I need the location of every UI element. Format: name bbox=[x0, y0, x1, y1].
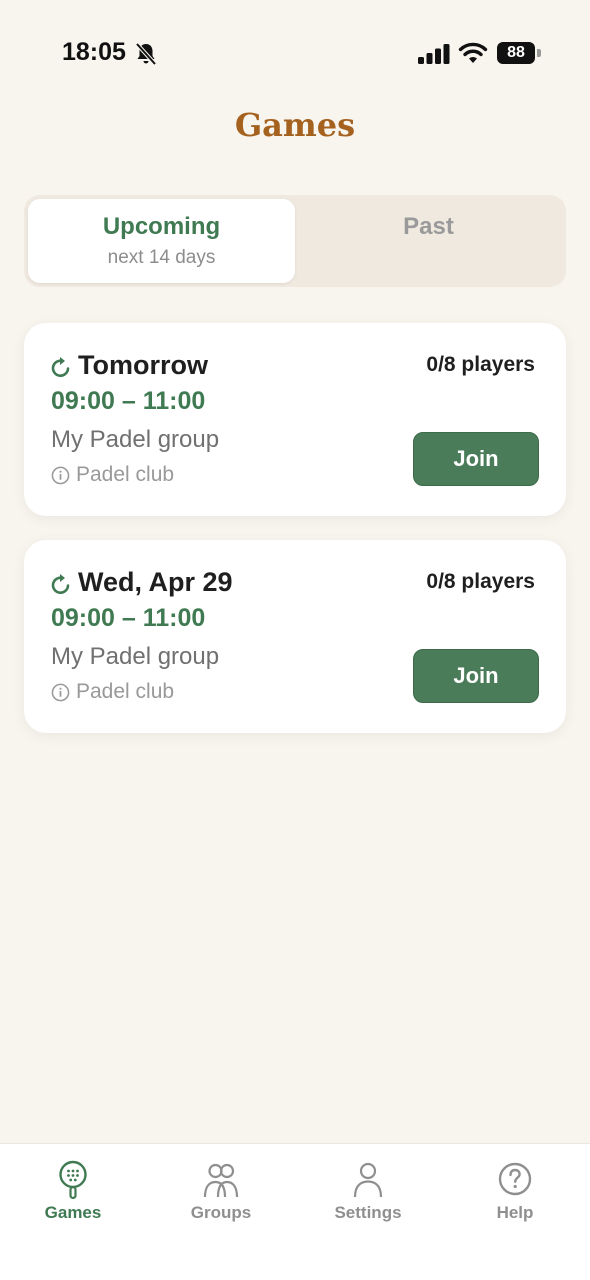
tab-help[interactable]: Help bbox=[450, 1144, 580, 1244]
repeat-icon bbox=[51, 357, 70, 378]
game-club: Padel club bbox=[76, 680, 175, 703]
padel-racket-icon bbox=[59, 1160, 87, 1200]
join-button[interactable]: Join bbox=[413, 649, 539, 703]
games-screen: 18:05 88 Games Upcoming next 14 days Pas… bbox=[0, 0, 590, 1280]
game-players-count: 0/8 players bbox=[426, 353, 535, 376]
page-title: Games bbox=[234, 106, 356, 144]
question-circle-icon bbox=[498, 1162, 532, 1196]
tab-games-label: Games bbox=[44, 1203, 102, 1222]
game-group-name: My Padel group bbox=[51, 643, 220, 670]
join-button[interactable]: Join bbox=[413, 432, 539, 486]
battery-level: 88 bbox=[507, 44, 525, 61]
games-segmented-control: Upcoming next 14 days Past bbox=[24, 195, 566, 287]
info-icon bbox=[51, 466, 70, 485]
tab-past-label: Past bbox=[403, 213, 454, 240]
game-card[interactable]: Tomorrow 09:00 – 11:00 My Padel group Pa… bbox=[24, 323, 566, 516]
tab-groups-label: Groups bbox=[190, 1203, 252, 1222]
tab-settings[interactable]: Settings bbox=[303, 1144, 433, 1244]
game-date: Tomorrow bbox=[78, 350, 208, 380]
tab-past[interactable]: Past bbox=[295, 199, 562, 283]
game-time: 09:00 – 11:00 bbox=[51, 604, 206, 632]
game-time: 09:00 – 11:00 bbox=[51, 387, 206, 415]
tab-upcoming[interactable]: Upcoming next 14 days bbox=[28, 199, 295, 283]
bottom-tab-bar: Games Groups Settings Help bbox=[0, 1143, 590, 1280]
repeat-icon bbox=[51, 574, 70, 595]
game-players-count: 0/8 players bbox=[426, 570, 535, 593]
game-card[interactable]: Wed, Apr 29 09:00 – 11:00 My Padel group… bbox=[24, 540, 566, 733]
tab-help-label: Help bbox=[496, 1203, 534, 1222]
game-date: Wed, Apr 29 bbox=[78, 567, 233, 597]
tab-groups[interactable]: Groups bbox=[156, 1144, 286, 1244]
battery-icon: 88 bbox=[497, 42, 535, 64]
people-icon bbox=[203, 1163, 239, 1198]
cellular-signal-icon bbox=[418, 44, 450, 64]
wifi-icon bbox=[458, 42, 488, 63]
bell-slash-icon bbox=[135, 42, 157, 66]
status-time: 18:05 bbox=[62, 38, 126, 66]
game-club: Padel club bbox=[76, 463, 175, 486]
battery-tip bbox=[537, 49, 541, 57]
tab-upcoming-label: Upcoming bbox=[102, 213, 221, 240]
tab-settings-label: Settings bbox=[334, 1203, 402, 1222]
info-icon bbox=[51, 683, 70, 702]
game-group-name: My Padel group bbox=[51, 426, 220, 453]
status-bar: 18:05 88 bbox=[0, 0, 590, 100]
tab-upcoming-subtitle: next 14 days bbox=[107, 247, 216, 268]
tab-games[interactable]: Games bbox=[8, 1144, 138, 1244]
person-icon bbox=[353, 1162, 383, 1198]
